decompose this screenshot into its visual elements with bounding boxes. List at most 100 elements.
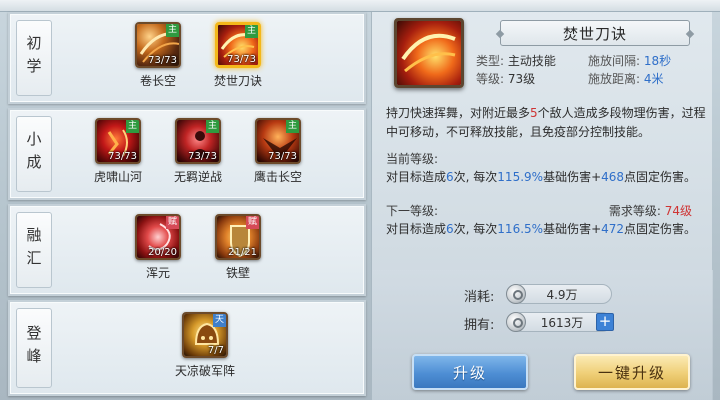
flame-blade-icon [394, 18, 464, 88]
value: 6 [446, 170, 454, 184]
cost-area: 消耗: 4.9万 拥有: 1613万 + 升级 一键升级 [372, 270, 713, 400]
skill-count: 73/73 [108, 151, 137, 162]
badge: 主 [126, 120, 139, 133]
silver-coin-icon [506, 312, 526, 332]
warrior-stance-icon[interactable]: 主 73/73 [175, 118, 221, 164]
skill-name: 无羁逆战 [173, 170, 222, 184]
desc-target-count: 5 [530, 106, 538, 120]
eagle-strike-icon[interactable]: 主 73/73 [255, 118, 301, 164]
tier-label-text: 初学 [24, 35, 43, 81]
skill-tianliangpojunzhen[interactable]: 天 7/7 天凉破军阵 [170, 312, 240, 379]
skill-count: 73/73 [268, 151, 297, 162]
badge: 主 [286, 120, 299, 133]
value: 116.5% [497, 222, 544, 236]
type-meta: 类型: 主动技能 [476, 52, 556, 69]
skill-wujinizhan[interactable]: 主 73/73 无羁逆战 [168, 118, 228, 185]
desc-text: 持刀快速挥舞，对附近最多 [386, 106, 531, 120]
skill-count: 73/73 [148, 55, 177, 66]
golden-helm-icon[interactable]: 天 7/7 [182, 312, 228, 358]
interval-meta: 施放间隔: 18秒 [588, 52, 671, 69]
interval-value: 18秒 [643, 54, 672, 68]
skill-name: 焚世刀诀 [213, 74, 262, 88]
skill-description: 持刀快速挥舞，对附近最多5个敌人造成多段物理伤害，过程中可移动，不可释放技能，且… [386, 104, 706, 142]
type-label: 类型: [476, 54, 505, 68]
skill-count: 7/7 [207, 345, 224, 356]
skill-tiebi[interactable]: 赋 21/21 铁壁 [208, 214, 268, 281]
skill-yingjichangkong[interactable]: 主 73/73 鹰击长空 [248, 118, 308, 185]
skill-hunyuan[interactable]: 赋 20/20 浑元 [128, 214, 188, 281]
skill-huxiaoshanhe[interactable]: 主 73/73 虎啸山河 [88, 118, 148, 185]
silver-coin-icon [506, 284, 526, 304]
skill-juanchangkong[interactable]: 主 73/73 卷长空 [128, 22, 188, 89]
skill-tree-panel: 初学 主 73/73 卷长空 主 73/73 焚世刀诀 小成 主 73/73 虎… [8, 12, 366, 400]
distance-value: 4米 [643, 72, 664, 86]
tier-label: 小成 [16, 116, 52, 192]
tier-row-xiaocheng: 小成 主 73/73 虎啸山河 主 73/73 无羁逆战 主 73/73 鹰击长… [8, 108, 366, 200]
tiger-roar-icon[interactable]: 主 73/73 [95, 118, 141, 164]
skill-name: 鹰击长空 [253, 170, 302, 184]
skill-count: 21/21 [228, 247, 257, 258]
skill-detail-panel: 焚世刀诀 类型: 主动技能 施放间隔: 18秒 等级: 73级 施放距离: 4米… [371, 12, 713, 400]
distance-meta: 施放距离: 4米 [588, 70, 664, 87]
text: 对目标造成 [386, 170, 447, 184]
skill-name: 浑元 [145, 266, 170, 280]
level-value: 73级 [507, 72, 536, 86]
flame-blade-icon[interactable]: 主 73/73 [215, 22, 261, 68]
upgrade-button[interactable]: 升级 [412, 354, 528, 390]
tier-label-text: 登峰 [24, 325, 43, 371]
add-currency-button[interactable]: + [596, 313, 614, 331]
skill-count: 20/20 [148, 247, 177, 258]
badge: 主 [245, 25, 258, 38]
tier-label: 融汇 [16, 212, 52, 288]
text: 基础伤害+ [543, 222, 602, 236]
level-meta: 等级: 73级 [476, 70, 535, 87]
badge: 主 [166, 24, 179, 37]
text: 次, 每次 [453, 222, 498, 236]
next-level-title: 下一等级: [386, 204, 439, 218]
badge: 主 [206, 120, 219, 133]
consume-value: 4.9万 [512, 284, 612, 304]
own-label: 拥有: [464, 318, 495, 333]
text: 基础伤害+ [543, 170, 602, 184]
type-value: 主动技能 [507, 54, 556, 68]
required-level: 需求等级: 74级 [609, 202, 692, 219]
consume-label: 消耗: [464, 290, 495, 305]
text: 点固定伤害。 [624, 222, 697, 236]
tier-row-dengfeng: 登峰 天 7/7 天凉破军阵 [8, 300, 366, 396]
skill-name: 虎啸山河 [93, 170, 142, 184]
skill-name: 铁壁 [225, 266, 250, 280]
skill-title: 焚世刀诀 [500, 20, 690, 46]
swirl-energy-icon[interactable]: 赋 20/20 [135, 214, 181, 260]
tier-label-text: 融汇 [24, 227, 43, 273]
badge: 天 [213, 314, 226, 327]
req-label: 需求等级: [608, 204, 661, 218]
skill-name: 卷长空 [139, 74, 176, 88]
skill-count: 73/73 [188, 151, 217, 162]
badge: 赋 [166, 216, 179, 229]
upgrade-all-button[interactable]: 一键升级 [574, 354, 690, 390]
value: 468 [601, 170, 625, 184]
tier-row-ronghui: 融汇 赋 20/20 浑元 赋 21/21 铁壁 [8, 204, 366, 296]
iron-shield-icon[interactable]: 赋 21/21 [215, 214, 261, 260]
req-value: 74级 [664, 204, 692, 218]
tier-label-text: 小成 [24, 131, 43, 177]
top-strip [0, 0, 720, 12]
tier-label: 初学 [16, 20, 52, 96]
skill-count: 73/73 [227, 54, 256, 65]
interval-label: 施放间隔: [588, 54, 641, 68]
next-level-text: 对目标造成6次, 每次116.5%基础伤害+472点固定伤害。 [386, 220, 696, 237]
skill-fenshidaojue[interactable]: 主 73/73 焚世刀诀 [208, 22, 268, 89]
value: 472 [601, 222, 625, 236]
tier-label: 登峰 [16, 308, 52, 388]
skill-name: 天凉破军阵 [174, 364, 235, 378]
level-label: 等级: [476, 72, 505, 86]
current-level-title: 当前等级: [386, 152, 439, 166]
distance-label: 施放距离: [588, 72, 641, 86]
text: 次, 每次 [453, 170, 498, 184]
badge: 赋 [246, 216, 259, 229]
wind-slash-icon[interactable]: 主 73/73 [135, 22, 181, 68]
text: 点固定伤害。 [624, 170, 697, 184]
tier-row-chuxue: 初学 主 73/73 卷长空 主 73/73 焚世刀诀 [8, 12, 366, 104]
value: 115.9% [497, 170, 544, 184]
current-level-text: 对目标造成6次, 每次115.9%基础伤害+468点固定伤害。 [386, 168, 696, 185]
